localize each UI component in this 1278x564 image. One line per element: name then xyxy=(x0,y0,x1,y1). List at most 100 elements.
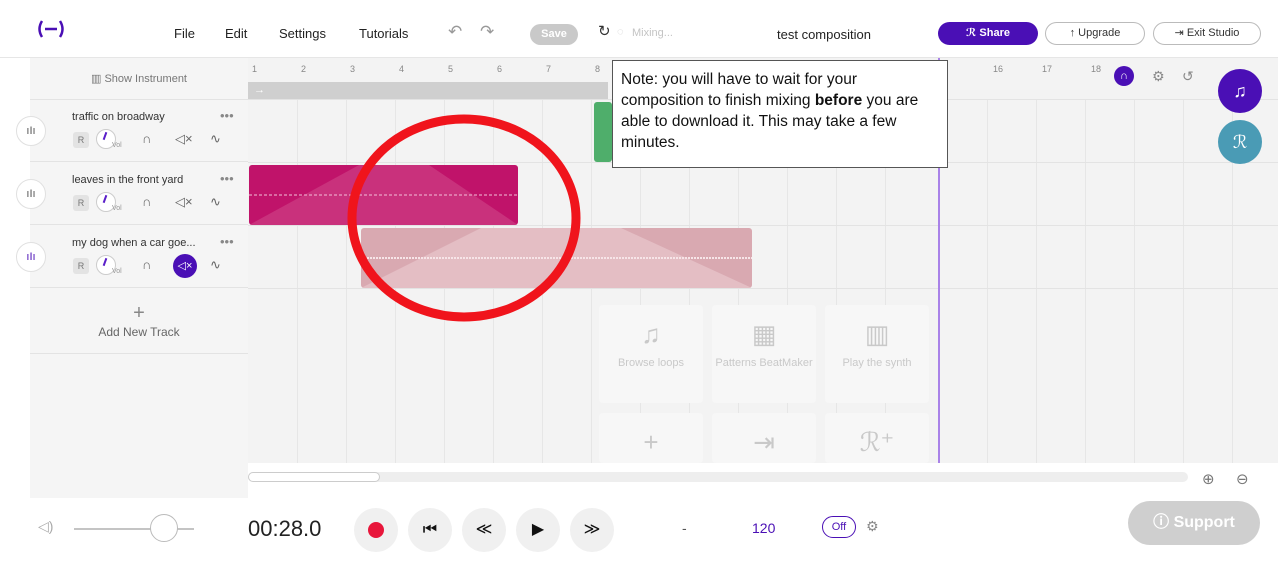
menu-tutorials[interactable]: Tutorials xyxy=(359,26,408,41)
music-note-fab-icon[interactable]: ♫ xyxy=(1218,69,1262,113)
note-text-bold: before xyxy=(814,92,863,109)
ruler-number: 17 xyxy=(1042,64,1053,74)
plus-icon: + xyxy=(643,427,659,457)
save-button[interactable]: Save xyxy=(530,24,578,45)
ruler-number: 8 xyxy=(595,64,601,74)
track-name[interactable]: leaves in the front yard xyxy=(72,174,183,186)
skip-start-button[interactable]: ⏮ xyxy=(408,508,452,552)
grid-icon: ▥ xyxy=(91,73,105,85)
menu-file[interactable]: File xyxy=(174,26,195,41)
spinner-icon: ◌ xyxy=(617,26,624,38)
import-card[interactable]: ⇥ xyxy=(712,413,816,463)
track-name[interactable]: my dog when a car goe... xyxy=(72,237,196,249)
invite-card[interactable]: ℛ⁺ xyxy=(825,413,929,463)
patterns-label: Patterns BeatMaker xyxy=(715,357,813,369)
mute-icon[interactable]: ◁× xyxy=(175,131,193,147)
music-note-icon: ♫ xyxy=(641,319,661,349)
support-label: Support xyxy=(1173,514,1235,531)
share-label: Share xyxy=(979,27,1010,39)
top-bar: File Edit Settings Tutorials ↶ ↷ Save ↻ … xyxy=(0,0,1278,58)
composition-title[interactable]: test composition xyxy=(777,27,871,42)
ruler-number: 18 xyxy=(1091,64,1102,74)
browse-loops-card[interactable]: ♫ Browse loops xyxy=(599,305,703,403)
ruler-number: 6 xyxy=(497,64,503,74)
mute-icon[interactable]: ◁× xyxy=(175,194,193,210)
patterns-card[interactable]: ▦ Patterns BeatMaker xyxy=(712,305,816,403)
mixing-status: Mixing... xyxy=(632,27,673,39)
waveform-icon[interactable]: ıIı xyxy=(16,116,46,146)
loop-region[interactable]: → xyxy=(248,82,608,99)
effects-icon[interactable]: ∿ xyxy=(210,257,221,273)
logo-icon[interactable] xyxy=(36,20,66,38)
rewind-button[interactable]: ≪ xyxy=(462,508,506,552)
track-name[interactable]: traffic on broadway xyxy=(72,111,165,123)
piano-icon: ▥ xyxy=(864,319,890,349)
headphones-icon[interactable]: ∩ xyxy=(142,257,151,272)
timeline-scrollbar[interactable] xyxy=(248,472,1188,482)
track-row: leaves in the front yard ••• R Vol ∩ ◁× … xyxy=(30,163,248,225)
rotate-icon[interactable]: ↺ xyxy=(1182,68,1194,85)
headphones-icon[interactable]: ∩ xyxy=(142,194,151,209)
collab-fab-icon[interactable]: ℛ xyxy=(1218,120,1262,164)
redo-icon[interactable]: ↷ xyxy=(480,22,494,42)
tempo-display[interactable]: 120 xyxy=(752,520,775,536)
collab-icon: ℛ xyxy=(966,27,980,39)
add-card[interactable]: + xyxy=(599,413,703,463)
more-icon[interactable]: ••• xyxy=(220,234,234,249)
undo-icon[interactable]: ↶ xyxy=(448,22,462,42)
waveform-icon[interactable]: ıIı xyxy=(16,242,46,272)
upgrade-label: Upgrade xyxy=(1078,27,1121,39)
effects-icon[interactable]: ∿ xyxy=(210,131,221,147)
synth-label: Play the synth xyxy=(842,357,912,369)
exit-label: Exit Studio xyxy=(1186,27,1240,39)
menu-settings[interactable]: Settings xyxy=(279,26,326,41)
more-icon[interactable]: ••• xyxy=(220,108,234,123)
vol-label: Vol xyxy=(112,142,122,149)
metronome-toggle[interactable]: Off xyxy=(822,516,856,538)
ruler-number: 16 xyxy=(993,64,1004,74)
speaker-icon[interactable]: ◁) xyxy=(38,518,53,535)
menu-edit[interactable]: Edit xyxy=(225,26,247,41)
key-display[interactable]: - xyxy=(682,520,687,536)
playback-time: 00:28.0 xyxy=(248,516,322,541)
exit-studio-button[interactable]: ⇥ Exit Studio xyxy=(1153,22,1261,45)
zoom-in-icon[interactable]: ⊕ xyxy=(1202,470,1215,488)
add-new-track-button[interactable]: + Add New Track xyxy=(30,292,248,354)
loop-toggle-icon[interactable]: ∩ xyxy=(1114,66,1134,86)
record-icon xyxy=(368,521,384,538)
record-arm-button[interactable]: R xyxy=(73,195,89,211)
zoom-out-icon[interactable]: ⊖ xyxy=(1236,470,1249,488)
mute-active-icon[interactable]: ◁× xyxy=(173,254,197,278)
ruler-number: 4 xyxy=(399,64,405,74)
share-button[interactable]: ℛ Share xyxy=(938,22,1038,45)
more-icon[interactable]: ••• xyxy=(220,171,234,186)
exit-icon: ⇥ xyxy=(1174,27,1187,39)
arrow-right-icon: → xyxy=(254,84,265,96)
record-arm-button[interactable]: R xyxy=(73,132,89,148)
plus-icon: + xyxy=(133,302,145,324)
synth-card[interactable]: ▥ Play the synth xyxy=(825,305,929,403)
scrollbar-thumb[interactable] xyxy=(248,472,380,482)
record-button[interactable] xyxy=(354,508,398,552)
vol-label: Vol xyxy=(112,268,122,275)
upgrade-button[interactable]: ↑ Upgrade xyxy=(1045,22,1145,45)
rewind-icon: ≪ xyxy=(475,521,493,538)
play-button[interactable]: ▶ xyxy=(516,508,560,552)
record-arm-button[interactable]: R xyxy=(73,258,89,274)
support-button[interactable]: ⓘ Support xyxy=(1128,501,1260,545)
waveform-icon[interactable]: ıIı xyxy=(16,179,46,209)
fast-forward-button[interactable]: ≫ xyxy=(570,508,614,552)
help-icon: ⓘ xyxy=(1153,514,1174,531)
effects-icon[interactable]: ∿ xyxy=(210,194,221,210)
track-row: my dog when a car goe... ••• R Vol ∩ ◁× … xyxy=(30,226,248,288)
gear-icon[interactable]: ⚙ xyxy=(866,518,879,535)
show-instrument-label: Show Instrument xyxy=(104,73,187,85)
show-instrument-button[interactable]: ▥ Show Instrument xyxy=(30,58,248,100)
import-icon: ⇥ xyxy=(753,427,775,457)
refresh-icon[interactable]: ↻ xyxy=(598,22,611,40)
master-volume-thumb[interactable] xyxy=(150,514,178,542)
audio-clip[interactable] xyxy=(594,102,612,162)
annotation-circle xyxy=(347,114,581,322)
headphones-icon[interactable]: ∩ xyxy=(142,131,151,146)
gear-icon[interactable]: ⚙ xyxy=(1152,68,1165,85)
